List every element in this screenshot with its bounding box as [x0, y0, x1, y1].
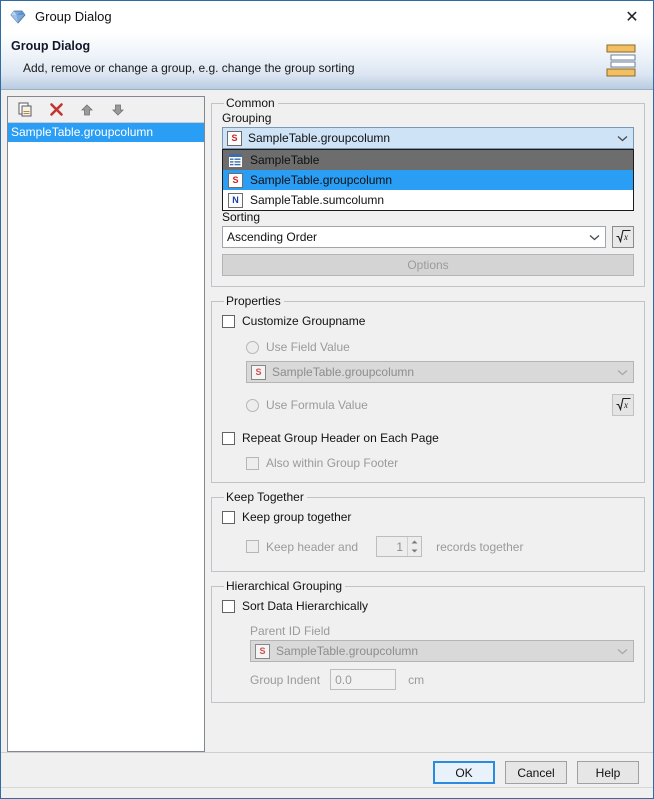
repeat-group-header-checkbox[interactable] [222, 432, 235, 445]
ok-button[interactable]: OK [433, 761, 495, 784]
settings-panel: Common Grouping S SampleTable.groupcolum… [211, 96, 647, 752]
svg-text:x: x [623, 232, 628, 242]
sorting-combobox[interactable]: Ascending Order [222, 226, 606, 248]
hierarchical-grouping-groupbox: Hierarchical Grouping Sort Data Hierarch… [211, 579, 645, 703]
group-list-toolbar [8, 97, 204, 123]
sorting-label: Sorting [222, 210, 634, 224]
number-field-icon: N [228, 193, 243, 208]
stepper-up-icon[interactable] [408, 537, 421, 547]
properties-groupbox: Properties Customize Groupname Use Field… [211, 294, 645, 483]
grouping-dropdown-list[interactable]: SampleTable S SampleTable.groupcolumn N … [222, 149, 634, 211]
use-formula-value-label: Use Formula Value [266, 398, 368, 412]
sort-data-hierarchically-checkbox[interactable] [222, 600, 235, 613]
formula-sqrt-x-icon: x [616, 229, 631, 246]
dialog-header: Group Dialog Add, remove or change a gro… [1, 32, 653, 90]
sort-data-hierarchically-label: Sort Data Hierarchically [242, 599, 368, 613]
footer-divider [1, 787, 653, 788]
grouping-label: Grouping [222, 111, 634, 125]
keep-together-legend: Keep Together [224, 490, 307, 504]
keep-group-together-label: Keep group together [242, 510, 351, 524]
options-button[interactable]: Options [222, 254, 634, 276]
group-list[interactable]: SampleTable.groupcolumn [8, 123, 204, 751]
formula-sqrt-x-icon: x [616, 397, 631, 414]
cancel-button[interactable]: Cancel [505, 761, 567, 784]
stepper-arrows[interactable] [407, 537, 421, 556]
customize-groupname-label: Customize Groupname [242, 314, 365, 328]
keep-group-together-checkbox[interactable] [222, 511, 235, 524]
chevron-down-icon[interactable] [583, 227, 605, 247]
field-value-text: SampleTable.groupcolumn [272, 365, 414, 379]
parent-id-field-value: SampleTable.groupcolumn [276, 644, 418, 658]
use-field-value-label: Use Field Value [266, 340, 350, 354]
string-field-icon: S [255, 644, 270, 659]
records-together-label: records together [436, 540, 523, 554]
records-count-stepper[interactable]: 1 [376, 536, 422, 557]
customize-groupname-checkbox[interactable] [222, 315, 235, 328]
keep-header-and-checkbox[interactable] [246, 540, 259, 553]
keep-together-groupbox: Keep Together Keep group together Keep h… [211, 490, 645, 572]
table-icon [228, 153, 243, 168]
common-legend: Common [224, 96, 278, 110]
delete-x-icon[interactable] [45, 100, 67, 120]
groupname-formula-button[interactable]: x [612, 394, 634, 416]
page-title: Group Dialog [11, 39, 653, 53]
dropdown-option-sumcolumn[interactable]: N SampleTable.sumcolumn [223, 190, 633, 210]
parent-id-field-combobox[interactable]: S SampleTable.groupcolumn [250, 640, 634, 662]
page-subtitle: Add, remove or change a group, e.g. chan… [11, 61, 653, 75]
group-indent-label: Group Indent [250, 673, 320, 687]
gem-icon [9, 8, 27, 26]
string-field-icon: S [227, 131, 242, 146]
chevron-down-icon[interactable] [611, 362, 633, 382]
grouping-combobox[interactable]: S SampleTable.groupcolumn [222, 127, 634, 149]
also-within-group-footer-label: Also within Group Footer [266, 456, 398, 470]
close-icon[interactable]: ✕ [615, 2, 649, 31]
chevron-down-icon[interactable] [611, 641, 633, 661]
group-dialog-window: Group Dialog ✕ Group Dialog Add, remove … [0, 0, 654, 799]
sorting-value: Ascending Order [227, 230, 317, 244]
chevron-down-icon[interactable] [611, 128, 633, 148]
hierarchical-legend: Hierarchical Grouping [224, 579, 345, 593]
arrow-down-icon[interactable] [107, 100, 129, 120]
dialog-footer: OK Cancel Help [1, 752, 653, 798]
help-button[interactable]: Help [577, 761, 639, 784]
also-within-group-footer-checkbox[interactable] [246, 457, 259, 470]
new-page-icon[interactable] [14, 100, 36, 120]
dropdown-option-label: SampleTable.groupcolumn [250, 173, 392, 187]
records-count-value: 1 [377, 537, 407, 556]
title-bar: Group Dialog ✕ [1, 1, 653, 32]
list-item[interactable]: SampleTable.groupcolumn [8, 123, 204, 142]
parent-id-field-label: Parent ID Field [250, 624, 634, 638]
dialog-body: SampleTable.groupcolumn Common Grouping … [1, 90, 653, 752]
group-stack-icon [605, 43, 639, 79]
grouping-value: SampleTable.groupcolumn [248, 131, 390, 145]
stepper-down-icon[interactable] [408, 547, 421, 557]
dropdown-option-label: SampleTable [250, 153, 319, 167]
sorting-formula-button[interactable]: x [612, 226, 634, 248]
use-formula-value-radio[interactable] [246, 399, 259, 412]
string-field-icon: S [251, 365, 266, 380]
repeat-group-header-label: Repeat Group Header on Each Page [242, 431, 439, 445]
dropdown-option-sampletable[interactable]: SampleTable [223, 150, 633, 170]
group-indent-input[interactable]: 0.0 [330, 669, 396, 690]
properties-legend: Properties [224, 294, 284, 308]
field-value-combobox[interactable]: S SampleTable.groupcolumn [246, 361, 634, 383]
common-groupbox: Common Grouping S SampleTable.groupcolum… [211, 96, 645, 287]
keep-header-and-label: Keep header and [266, 540, 358, 554]
string-field-icon: S [228, 173, 243, 188]
group-list-panel: SampleTable.groupcolumn [7, 96, 205, 752]
group-indent-unit: cm [408, 673, 424, 687]
arrow-up-icon[interactable] [76, 100, 98, 120]
use-field-value-radio[interactable] [246, 341, 259, 354]
dropdown-option-groupcolumn[interactable]: S SampleTable.groupcolumn [223, 170, 633, 190]
dropdown-option-label: SampleTable.sumcolumn [250, 193, 384, 207]
window-title: Group Dialog [35, 9, 615, 24]
svg-text:x: x [623, 400, 628, 410]
